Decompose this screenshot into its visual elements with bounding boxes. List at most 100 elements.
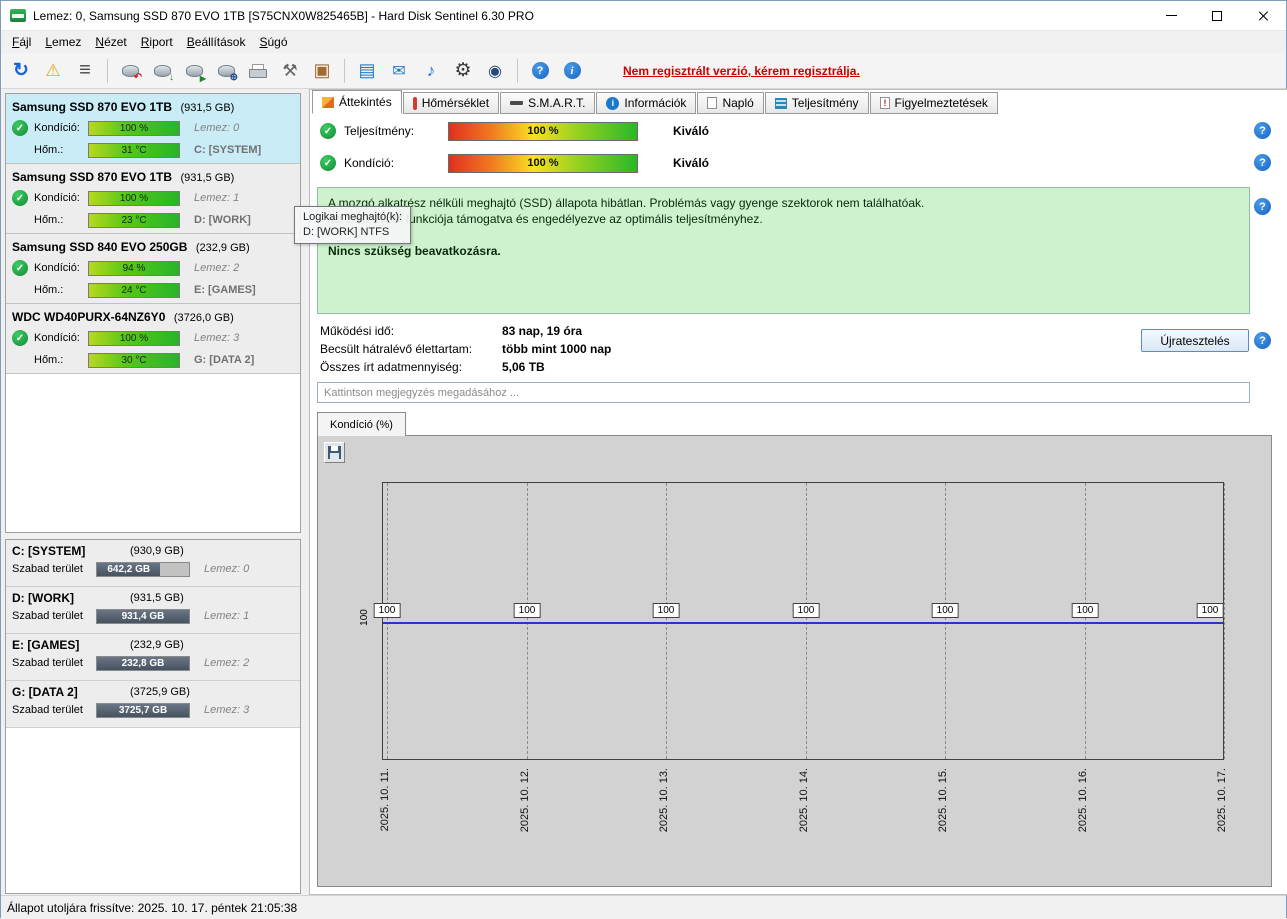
ok-status-icon xyxy=(12,260,28,276)
chart-icon xyxy=(774,97,787,109)
partition-item-0[interactable]: C: [SYSTEM] (930,9 GB) Szabad terület 64… xyxy=(6,540,300,587)
disk-glyph xyxy=(217,64,235,77)
lifetime-value: több mint 1000 nap xyxy=(502,342,612,356)
partition-list-panel: C: [SYSTEM] (930,9 GB) Szabad terület 64… xyxy=(5,539,301,894)
chart-x-label: 2025. 10. 13. xyxy=(658,768,670,833)
maximize-icon xyxy=(1212,10,1222,21)
disk-condition-row: Kondíció: 94 % Lemez: 2 xyxy=(6,257,300,279)
menu-view[interactable]: Nézet xyxy=(88,32,133,52)
menu-bar: Fájl Lemez Nézet Riport Beállítások Súgó xyxy=(1,31,1286,53)
partition-header: G: [DATA 2] (3725,9 GB) xyxy=(6,683,300,700)
tools-icon[interactable] xyxy=(275,57,305,85)
save-chart-button[interactable] xyxy=(324,442,345,463)
chart-point-label: 100 xyxy=(513,603,541,618)
tab-alerts[interactable]: Figyelmeztetések xyxy=(869,92,998,114)
status-action-text: Nincs szükség beavatkozásra. xyxy=(328,244,501,258)
tooltip-line1: Logikai meghajtó(k): xyxy=(303,211,403,223)
title-bar: Lemez: 0, Samsung SSD 870 EVO 1TB [S75CN… xyxy=(1,1,1286,31)
chart-point-label: 100 xyxy=(373,603,401,618)
tab-label: Áttekintés xyxy=(339,95,392,109)
retest-button[interactable]: Újratesztelés xyxy=(1141,329,1249,352)
menu-settings[interactable]: Beállítások xyxy=(180,32,253,52)
tab-label: S.M.A.R.T. xyxy=(528,96,586,110)
help-icon[interactable] xyxy=(1254,154,1271,171)
disk-list-item-1[interactable]: Samsung SSD 870 EVO 1TB (931,5 GB) Kondí… xyxy=(6,164,300,234)
performance-bar: 100 % xyxy=(448,121,638,141)
ok-status-icon xyxy=(12,190,28,206)
chart-gridline xyxy=(387,483,388,759)
chart-x-label: 2025. 10. 11. xyxy=(379,768,391,832)
disk-temperature-row: Hőm.: 31 °C C: [SYSTEM] xyxy=(6,139,300,161)
info-toolbar-button[interactable] xyxy=(557,57,587,85)
lifetime-label: Becsült hátralévő élettartam: xyxy=(320,342,473,356)
menu-help[interactable]: Súgó xyxy=(252,32,294,52)
toolbar: Nem regisztrált verzió, kérem regisztrál… xyxy=(1,53,1286,89)
free-space-label: Szabad terület xyxy=(12,610,83,622)
free-space-label: Szabad terület xyxy=(12,704,83,716)
tab-temperature[interactable]: Hőmérséklet xyxy=(402,92,500,114)
print-icon[interactable] xyxy=(243,57,273,85)
temperature-label: Hőm.: xyxy=(34,354,64,366)
disk-name: Samsung SSD 870 EVO 1TB xyxy=(12,100,173,114)
temperature-label: Hőm.: xyxy=(34,284,64,296)
disk-volume: C: [SYSTEM] xyxy=(194,144,262,156)
chart-tab-condition[interactable]: Kondíció (%) xyxy=(317,412,406,436)
temperature-label: Hőm.: xyxy=(34,214,64,226)
tab-performance[interactable]: Teljesítmény xyxy=(764,92,869,114)
power-on-label: Működési idő: xyxy=(320,324,395,338)
report-notes-icon[interactable] xyxy=(352,57,382,85)
online-icon[interactable] xyxy=(480,57,510,85)
tab-log[interactable]: Napló xyxy=(697,92,764,114)
disk-warning-icon[interactable] xyxy=(38,57,68,85)
partition-item-1[interactable]: D: [WORK] (931,5 GB) Szabad terület 931,… xyxy=(6,587,300,634)
menu-report[interactable]: Riport xyxy=(134,32,180,52)
ok-status-icon xyxy=(320,155,336,171)
help-icon[interactable] xyxy=(1254,198,1271,215)
ok-status-icon xyxy=(320,123,336,139)
sound-icon[interactable] xyxy=(416,57,446,85)
disk-search-icon[interactable] xyxy=(211,57,241,85)
tab-smart[interactable]: S.M.A.R.T. xyxy=(500,92,596,114)
help-icon[interactable] xyxy=(1254,122,1271,139)
disk-list-item-3[interactable]: WDC WD40PURX-64NZ6Y0 (3726,0 GB) Kondíci… xyxy=(6,304,300,374)
disk-volume: D: [WORK] xyxy=(194,214,251,226)
mail-icon[interactable] xyxy=(384,57,414,85)
chart-gridline xyxy=(1224,483,1225,759)
menu-file[interactable]: Fájl xyxy=(5,32,38,52)
disk-test-icon[interactable] xyxy=(179,57,209,85)
menu-disk[interactable]: Lemez xyxy=(38,32,88,52)
tab-information[interactable]: Információk xyxy=(596,92,697,114)
temperature-label: Hőm.: xyxy=(34,144,64,156)
close-icon xyxy=(1257,10,1269,22)
close-button[interactable] xyxy=(1240,1,1286,30)
tab-overview[interactable]: Áttekintés xyxy=(312,90,402,114)
disk-save-icon[interactable] xyxy=(147,57,177,85)
disk-list-item-2[interactable]: Samsung SSD 840 EVO 250GB (232,9 GB) Kon… xyxy=(6,234,300,304)
register-link[interactable]: Nem regisztrált verzió, kérem regisztrál… xyxy=(623,64,860,78)
details-list-icon[interactable] xyxy=(70,57,100,85)
help-icon[interactable] xyxy=(1254,332,1271,349)
total-written-value: 5,06 TB xyxy=(502,360,545,374)
partition-item-2[interactable]: E: [GAMES] (232,9 GB) Szabad terület 232… xyxy=(6,634,300,681)
help-toolbar-button[interactable] xyxy=(525,57,555,85)
disk-list-item-0[interactable]: Samsung SSD 870 EVO 1TB (931,5 GB) Kondí… xyxy=(6,94,300,164)
settings-gear-icon[interactable] xyxy=(448,57,478,85)
performance-rating: Kiváló xyxy=(673,124,710,138)
partition-item-3[interactable]: G: [DATA 2] (3725,9 GB) Szabad terület 3… xyxy=(6,681,300,728)
condition-row: Kondíció: 100 % Kiváló xyxy=(310,152,709,174)
status-text-line2: Az SSD TRIM funkciója támogatva és enged… xyxy=(328,212,763,226)
status-text-line1: A mozgó alkatrész nélküli meghajtó (SSD)… xyxy=(328,196,925,210)
package-icon[interactable] xyxy=(307,57,337,85)
condition-bar: 100 % xyxy=(448,153,638,173)
minimize-button[interactable] xyxy=(1148,1,1194,30)
comment-input[interactable] xyxy=(317,382,1250,403)
free-space-fill: 931,4 GB xyxy=(97,609,189,623)
disk-header: Samsung SSD 870 EVO 1TB (931,5 GB) xyxy=(6,166,300,187)
chart-point-label: 100 xyxy=(652,603,680,618)
refresh-icon[interactable] xyxy=(6,57,36,85)
disk-restore-icon[interactable] xyxy=(115,57,145,85)
maximize-button[interactable] xyxy=(1194,1,1240,30)
chart-point-label: 100 xyxy=(931,603,959,618)
disk-glyph xyxy=(121,64,139,77)
free-space-fill: 3725,7 GB xyxy=(97,703,189,717)
